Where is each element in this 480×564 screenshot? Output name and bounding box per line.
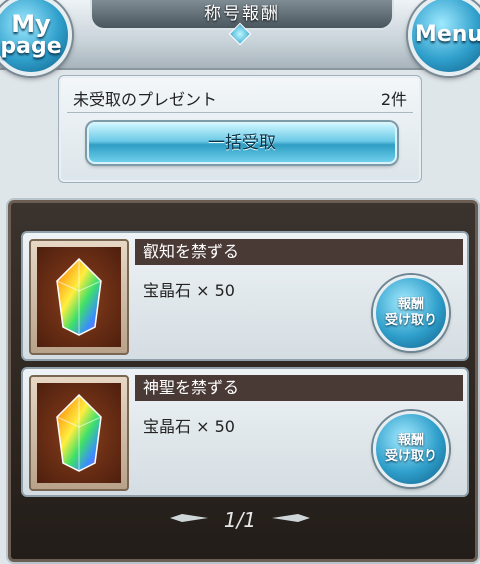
claim-reward-button[interactable]: 報酬 受け取り	[373, 411, 449, 487]
claim-button-line1: 報酬	[397, 296, 424, 312]
reward-card: 叡知を禁ずる 宝晶石 × 50 報酬 受け取り	[21, 231, 469, 361]
reward-item: 宝晶石 × 50	[143, 281, 235, 300]
bulk-receive-button[interactable]: 一括受取	[87, 122, 397, 164]
divider	[67, 112, 413, 113]
reward-card: 神聖を禁ずる 宝晶石 × 50 報酬 受け取り	[21, 367, 469, 497]
rainbow-crystal-icon	[56, 393, 102, 472]
mypage-button[interactable]: My page	[0, 0, 72, 76]
mypage-label-line1: My	[11, 10, 51, 38]
present-panel: 未受取のプレゼント 2件 一括受取	[58, 75, 422, 183]
page-indicator: 1/1	[223, 508, 257, 532]
rainbow-crystal-icon	[56, 257, 102, 336]
prev-page-arrow-icon[interactable]	[170, 514, 208, 522]
next-page-arrow-icon[interactable]	[272, 514, 310, 522]
reward-thumbnail	[29, 239, 129, 355]
reward-thumbnail	[29, 375, 129, 491]
present-count: 2件	[380, 90, 407, 109]
reward-title: 叡知を禁ずる	[135, 239, 463, 265]
claim-reward-button[interactable]: 報酬 受け取り	[373, 275, 449, 351]
menu-button[interactable]: Menu	[408, 0, 480, 76]
present-label: 未受取のプレゼント	[73, 90, 218, 109]
claim-button-line2: 受け取り	[384, 313, 437, 328]
reward-title: 神聖を禁ずる	[135, 375, 463, 401]
claim-button-line1: 報酬	[397, 432, 424, 448]
header-bar: 称号報酬 My page Menu	[0, 0, 480, 76]
reward-item: 宝晶石 × 50	[143, 417, 235, 436]
mypage-label-line2: page	[0, 34, 62, 59]
claim-button-line2: 受け取り	[384, 449, 437, 464]
pagination: 1/1	[0, 498, 480, 542]
